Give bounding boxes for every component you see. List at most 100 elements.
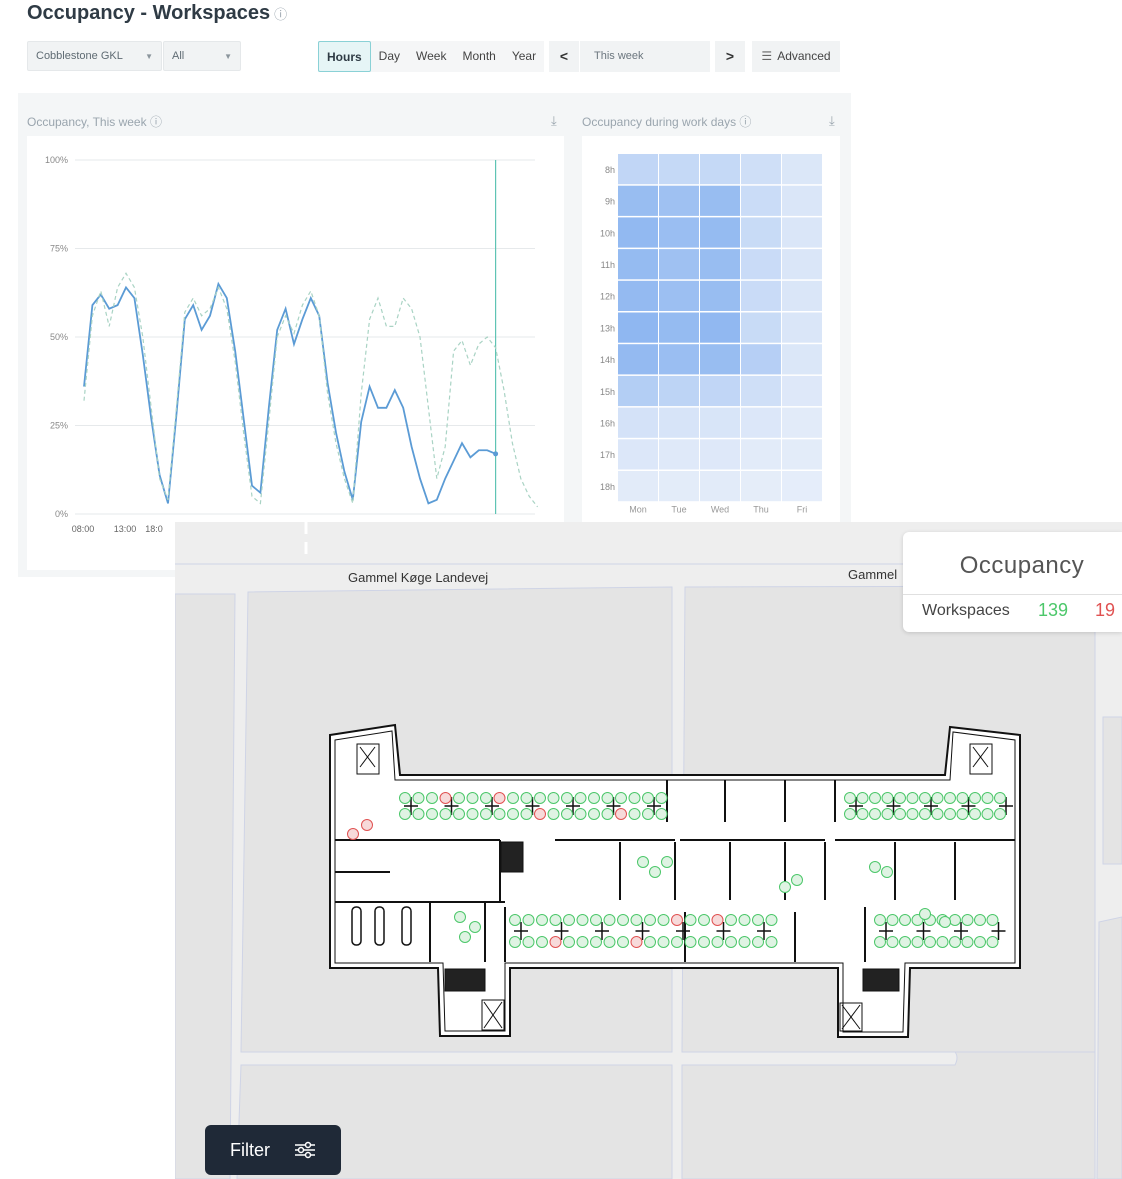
available-workspace[interactable] — [628, 808, 641, 820]
available-workspace[interactable] — [725, 914, 737, 926]
help-icon[interactable]: ⓘ — [150, 115, 162, 129]
available-workspace[interactable] — [969, 808, 981, 820]
available-workspace[interactable] — [630, 914, 643, 926]
tab-week[interactable]: Week — [408, 41, 454, 72]
available-workspace[interactable] — [601, 808, 614, 820]
available-workspace[interactable] — [671, 936, 683, 948]
available-workspace[interactable] — [986, 914, 999, 926]
available-workspace[interactable] — [986, 936, 999, 948]
available-workspace[interactable] — [642, 792, 654, 804]
available-workspace[interactable] — [507, 792, 519, 804]
occupied-workspace[interactable] — [534, 808, 546, 820]
available-workspace[interactable] — [642, 808, 654, 820]
available-workspace[interactable] — [637, 856, 649, 868]
available-workspace[interactable] — [536, 914, 548, 926]
available-workspace[interactable] — [509, 914, 521, 926]
available-workspace[interactable] — [725, 936, 737, 948]
available-workspace[interactable] — [949, 914, 961, 926]
available-workspace[interactable] — [994, 808, 1006, 820]
available-workspace[interactable] — [856, 808, 869, 820]
available-workspace[interactable] — [919, 908, 931, 920]
available-workspace[interactable] — [869, 808, 881, 820]
available-workspace[interactable] — [765, 936, 778, 948]
available-workspace[interactable] — [738, 914, 751, 926]
available-workspace[interactable] — [919, 792, 931, 804]
available-workspace[interactable] — [765, 914, 778, 926]
available-workspace[interactable] — [906, 808, 919, 820]
available-workspace[interactable] — [856, 792, 869, 804]
available-workspace[interactable] — [655, 792, 668, 804]
available-workspace[interactable] — [874, 914, 886, 926]
available-workspace[interactable] — [974, 936, 986, 948]
available-workspace[interactable] — [881, 792, 894, 804]
available-workspace[interactable] — [412, 808, 425, 820]
available-workspace[interactable] — [844, 792, 856, 804]
available-workspace[interactable] — [590, 914, 602, 926]
available-workspace[interactable] — [981, 808, 994, 820]
available-workspace[interactable] — [886, 936, 899, 948]
available-workspace[interactable] — [588, 792, 600, 804]
available-workspace[interactable] — [588, 808, 600, 820]
advanced-filter-button[interactable]: ☰ Advanced — [752, 41, 840, 72]
available-workspace[interactable] — [657, 914, 670, 926]
available-workspace[interactable] — [956, 808, 969, 820]
available-workspace[interactable] — [711, 936, 724, 948]
occupied-workspace[interactable] — [549, 936, 562, 948]
available-workspace[interactable] — [698, 936, 710, 948]
tab-month[interactable]: Month — [454, 41, 503, 72]
available-workspace[interactable] — [509, 936, 521, 948]
available-workspace[interactable] — [906, 792, 919, 804]
occupied-workspace[interactable] — [671, 914, 683, 926]
available-workspace[interactable] — [936, 936, 949, 948]
available-workspace[interactable] — [563, 914, 575, 926]
available-workspace[interactable] — [779, 881, 791, 893]
available-workspace[interactable] — [886, 914, 899, 926]
available-workspace[interactable] — [522, 936, 535, 948]
available-workspace[interactable] — [576, 936, 589, 948]
occupied-workspace[interactable] — [361, 819, 373, 831]
available-workspace[interactable] — [574, 792, 587, 804]
available-workspace[interactable] — [655, 808, 668, 820]
available-workspace[interactable] — [684, 914, 697, 926]
available-workspace[interactable] — [561, 792, 573, 804]
tab-hours[interactable]: Hours — [318, 41, 371, 72]
available-workspace[interactable] — [520, 808, 533, 820]
available-workspace[interactable] — [561, 808, 573, 820]
download-icon[interactable]: ⤓ — [829, 113, 835, 129]
available-workspace[interactable] — [649, 866, 661, 878]
tab-day[interactable]: Day — [371, 41, 408, 72]
available-workspace[interactable] — [617, 914, 629, 926]
available-workspace[interactable] — [563, 936, 575, 948]
available-workspace[interactable] — [466, 808, 479, 820]
available-workspace[interactable] — [956, 792, 969, 804]
available-workspace[interactable] — [507, 808, 519, 820]
available-workspace[interactable] — [547, 808, 560, 820]
available-workspace[interactable] — [894, 792, 906, 804]
available-workspace[interactable] — [844, 808, 856, 820]
available-workspace[interactable] — [791, 874, 803, 886]
available-workspace[interactable] — [644, 914, 656, 926]
help-icon[interactable]: ⓘ — [739, 115, 751, 129]
available-workspace[interactable] — [752, 936, 764, 948]
filter-button[interactable]: Filter — [205, 1125, 341, 1175]
available-workspace[interactable] — [924, 936, 936, 948]
download-icon[interactable]: ⤓ — [551, 113, 557, 129]
available-workspace[interactable] — [576, 914, 589, 926]
available-workspace[interactable] — [426, 808, 438, 820]
available-workspace[interactable] — [974, 914, 986, 926]
available-workspace[interactable] — [590, 936, 602, 948]
available-workspace[interactable] — [874, 936, 886, 948]
tab-year[interactable]: Year — [504, 41, 544, 72]
available-workspace[interactable] — [961, 936, 974, 948]
available-workspace[interactable] — [919, 808, 931, 820]
available-workspace[interactable] — [480, 808, 492, 820]
available-workspace[interactable] — [439, 808, 452, 820]
available-workspace[interactable] — [944, 808, 956, 820]
available-workspace[interactable] — [881, 808, 894, 820]
available-workspace[interactable] — [738, 936, 751, 948]
available-workspace[interactable] — [698, 914, 710, 926]
available-workspace[interactable] — [931, 792, 944, 804]
available-workspace[interactable] — [961, 914, 974, 926]
available-workspace[interactable] — [480, 792, 492, 804]
available-workspace[interactable] — [661, 856, 673, 868]
